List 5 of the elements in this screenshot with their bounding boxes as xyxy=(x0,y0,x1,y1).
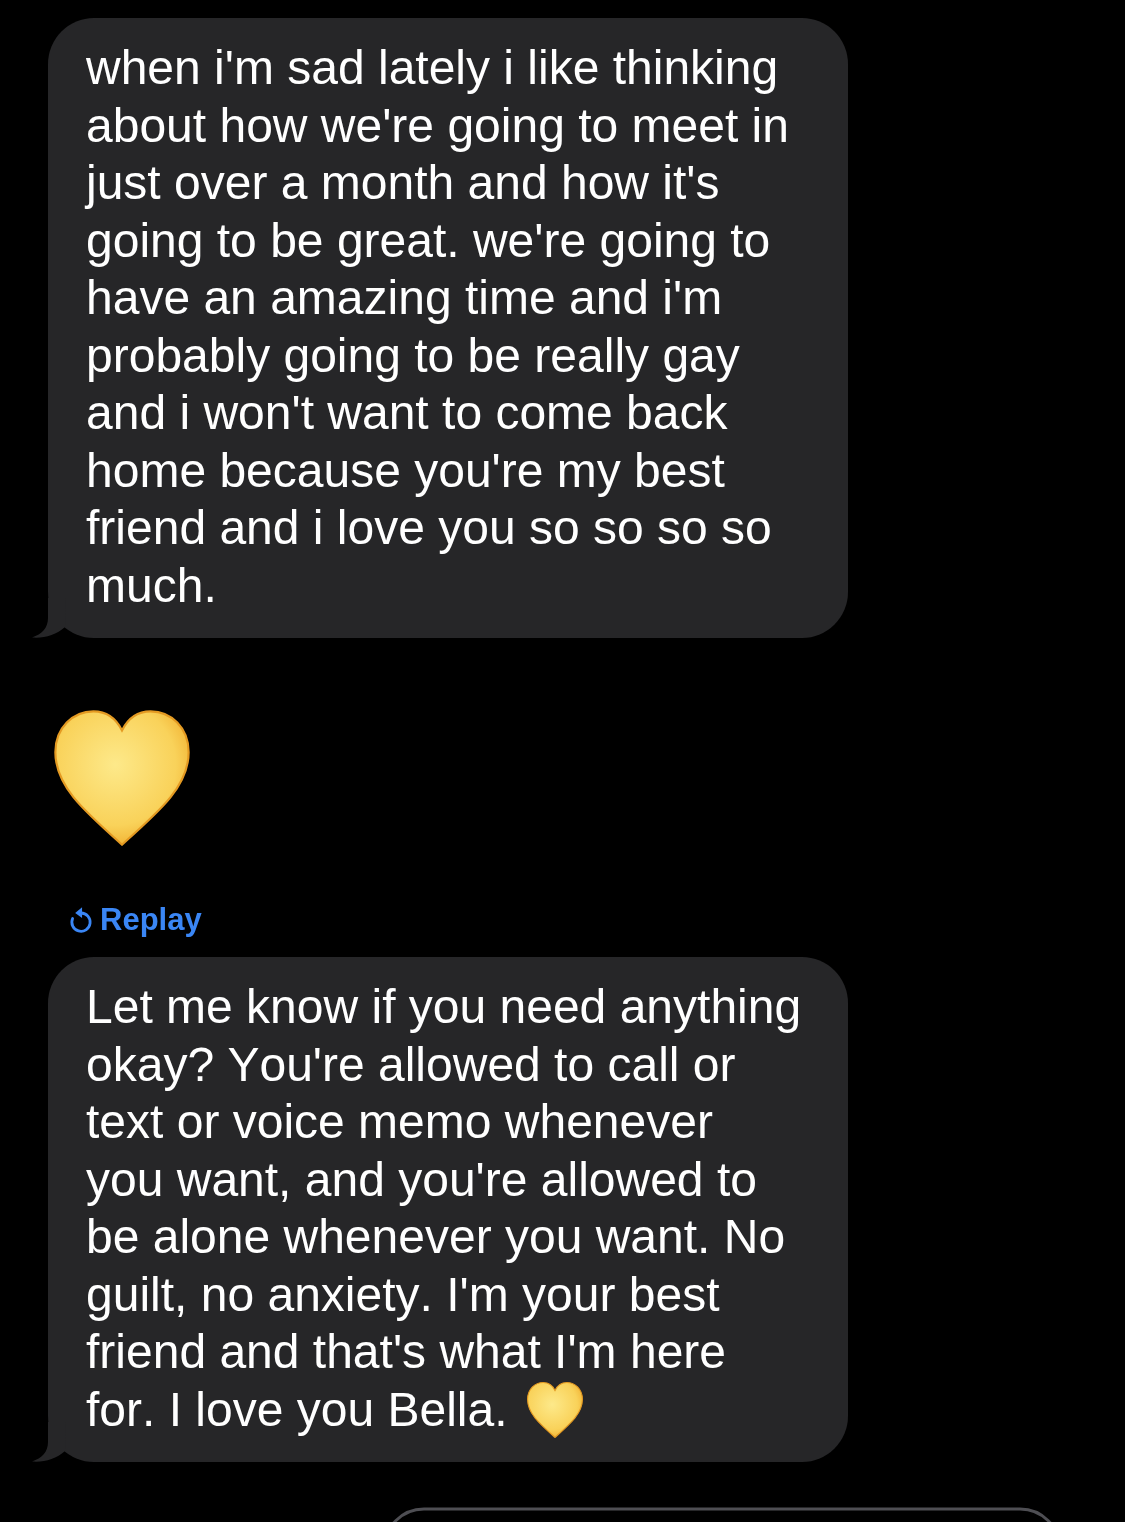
replay-link[interactable]: Replay xyxy=(68,902,202,938)
message-text: Let me know if you need anything okay? You're allowed to call or text or voice memo whenever you want, and you're allowed to be alone whenever you want. No guilt, no anxiety. I'm your best friend and that's what I'm here for. I love you Bella. xyxy=(86,980,802,1436)
heart-emoji-icon xyxy=(54,710,190,846)
message-text: when i'm sad lately i like thinking about how we're going to meet in just over a month and how it's going to be great. we're going to have an amazing time and i'm probably going to be really gay and i won't want to come back home because you're my best friend and i love you so so so so much. xyxy=(86,41,789,612)
replay-icon xyxy=(68,906,94,934)
